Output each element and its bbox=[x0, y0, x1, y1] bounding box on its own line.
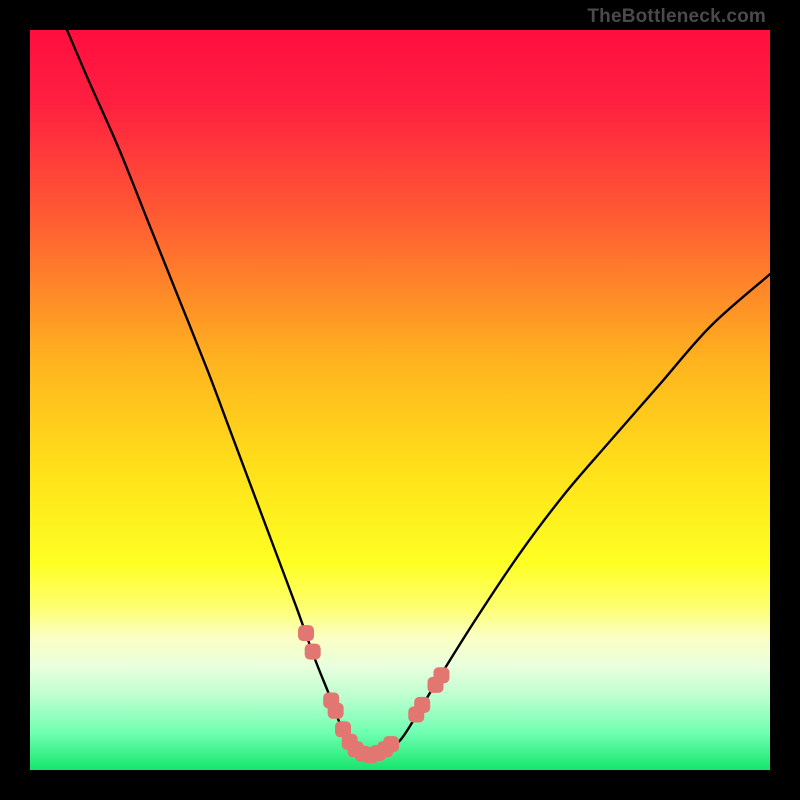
bottleneck-curve bbox=[67, 30, 770, 755]
chart-frame: TheBottleneck.com bbox=[0, 0, 800, 800]
curve-marker bbox=[414, 697, 430, 713]
watermark-text: TheBottleneck.com bbox=[587, 6, 766, 28]
plot-area bbox=[30, 30, 770, 770]
curve-marker bbox=[298, 625, 314, 641]
curve-layer bbox=[30, 30, 770, 770]
curve-marker bbox=[433, 667, 449, 683]
curve-marker bbox=[328, 703, 344, 719]
curve-marker bbox=[305, 644, 321, 660]
curve-markers bbox=[298, 625, 449, 763]
curve-marker bbox=[383, 736, 399, 752]
